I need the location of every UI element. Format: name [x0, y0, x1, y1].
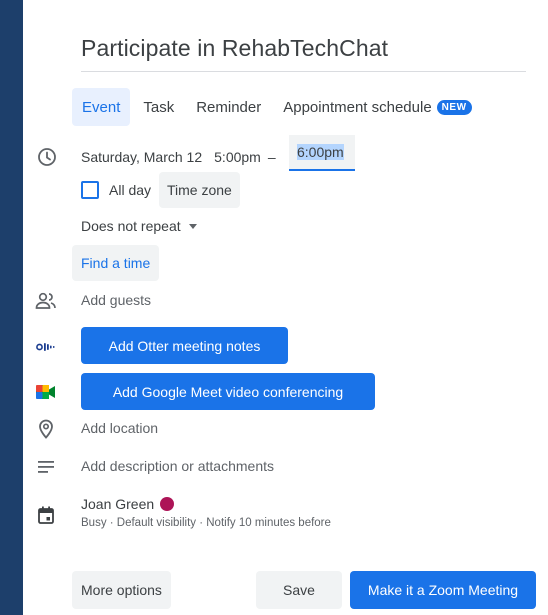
save-button[interactable]: Save: [256, 571, 342, 609]
find-a-time-button[interactable]: Find a time: [72, 245, 160, 281]
location-pin-icon: [34, 417, 58, 441]
event-editor-dialog: Participate in RehabTechChat Event Task …: [23, 8, 548, 615]
tab-reminder[interactable]: Reminder: [187, 88, 270, 126]
people-icon: [34, 289, 58, 313]
add-google-meet-button[interactable]: Add Google Meet video conferencing: [81, 373, 375, 410]
otter-button-label: Add Otter meeting notes: [108, 337, 261, 354]
event-title-input[interactable]: Participate in RehabTechChat: [81, 34, 526, 72]
event-type-tabs: Event Task Reminder Appointment schedule…: [72, 88, 485, 126]
guests-input[interactable]: Add guests: [81, 292, 151, 308]
add-otter-notes-button[interactable]: Add Otter meeting notes: [81, 327, 288, 364]
more-options-label: More options: [81, 582, 162, 598]
calendar-owner-name: Joan Green: [81, 496, 155, 512]
notes-icon: [34, 455, 58, 479]
dialog-top: [23, 0, 548, 8]
end-time-value: 6:00pm: [297, 144, 344, 160]
all-day-label: All day: [109, 182, 152, 198]
meet-button-label: Add Google Meet video conferencing: [112, 383, 344, 400]
tab-label: Task: [143, 98, 175, 116]
make-zoom-meeting-button[interactable]: Make it a Zoom Meeting: [350, 571, 536, 609]
all-day-row: All day: [81, 180, 151, 200]
tab-task[interactable]: Task: [134, 88, 183, 126]
save-label: Save: [283, 582, 315, 598]
location-input[interactable]: Add location: [81, 420, 158, 436]
time-separator: –: [267, 149, 276, 165]
google-meet-icon: [34, 380, 58, 404]
calendar-details[interactable]: Busy · Default visibility · Notify 10 mi…: [81, 517, 331, 529]
more-options-button[interactable]: More options: [72, 571, 171, 609]
start-time-field[interactable]: 5:00pm: [214, 149, 261, 165]
find-a-time-label: Find a time: [81, 255, 151, 271]
clock-icon: [35, 145, 59, 169]
otter-icon: [34, 335, 58, 359]
tab-appointment-schedule[interactable]: Appointment schedule NEW: [274, 88, 480, 126]
calendar-color-dot[interactable]: [160, 497, 175, 511]
tab-label: Reminder: [196, 98, 262, 116]
time-zone-label: Time zone: [167, 182, 232, 198]
tab-event[interactable]: Event: [72, 88, 131, 126]
all-day-checkbox[interactable]: [81, 181, 99, 199]
calendar-owner-row[interactable]: Joan Green: [81, 496, 175, 512]
new-badge: NEW: [436, 99, 472, 115]
calendar-icon: [34, 503, 58, 527]
tab-label: Appointment schedule: [283, 98, 432, 116]
time-zone-button[interactable]: Time zone: [159, 172, 240, 208]
caret-down-icon: [188, 223, 197, 229]
tab-label: Event: [82, 98, 121, 116]
datetime-row: Saturday, March 12 5:00pm –: [81, 147, 283, 167]
repeat-dropdown[interactable]: Does not repeat: [81, 218, 197, 234]
end-time-field[interactable]: 6:00pm: [289, 135, 355, 171]
description-input[interactable]: Add description or attachments: [81, 458, 274, 474]
repeat-label: Does not repeat: [81, 218, 181, 234]
date-field[interactable]: Saturday, March 12: [81, 149, 202, 165]
zoom-button-label: Make it a Zoom Meeting: [367, 582, 519, 598]
